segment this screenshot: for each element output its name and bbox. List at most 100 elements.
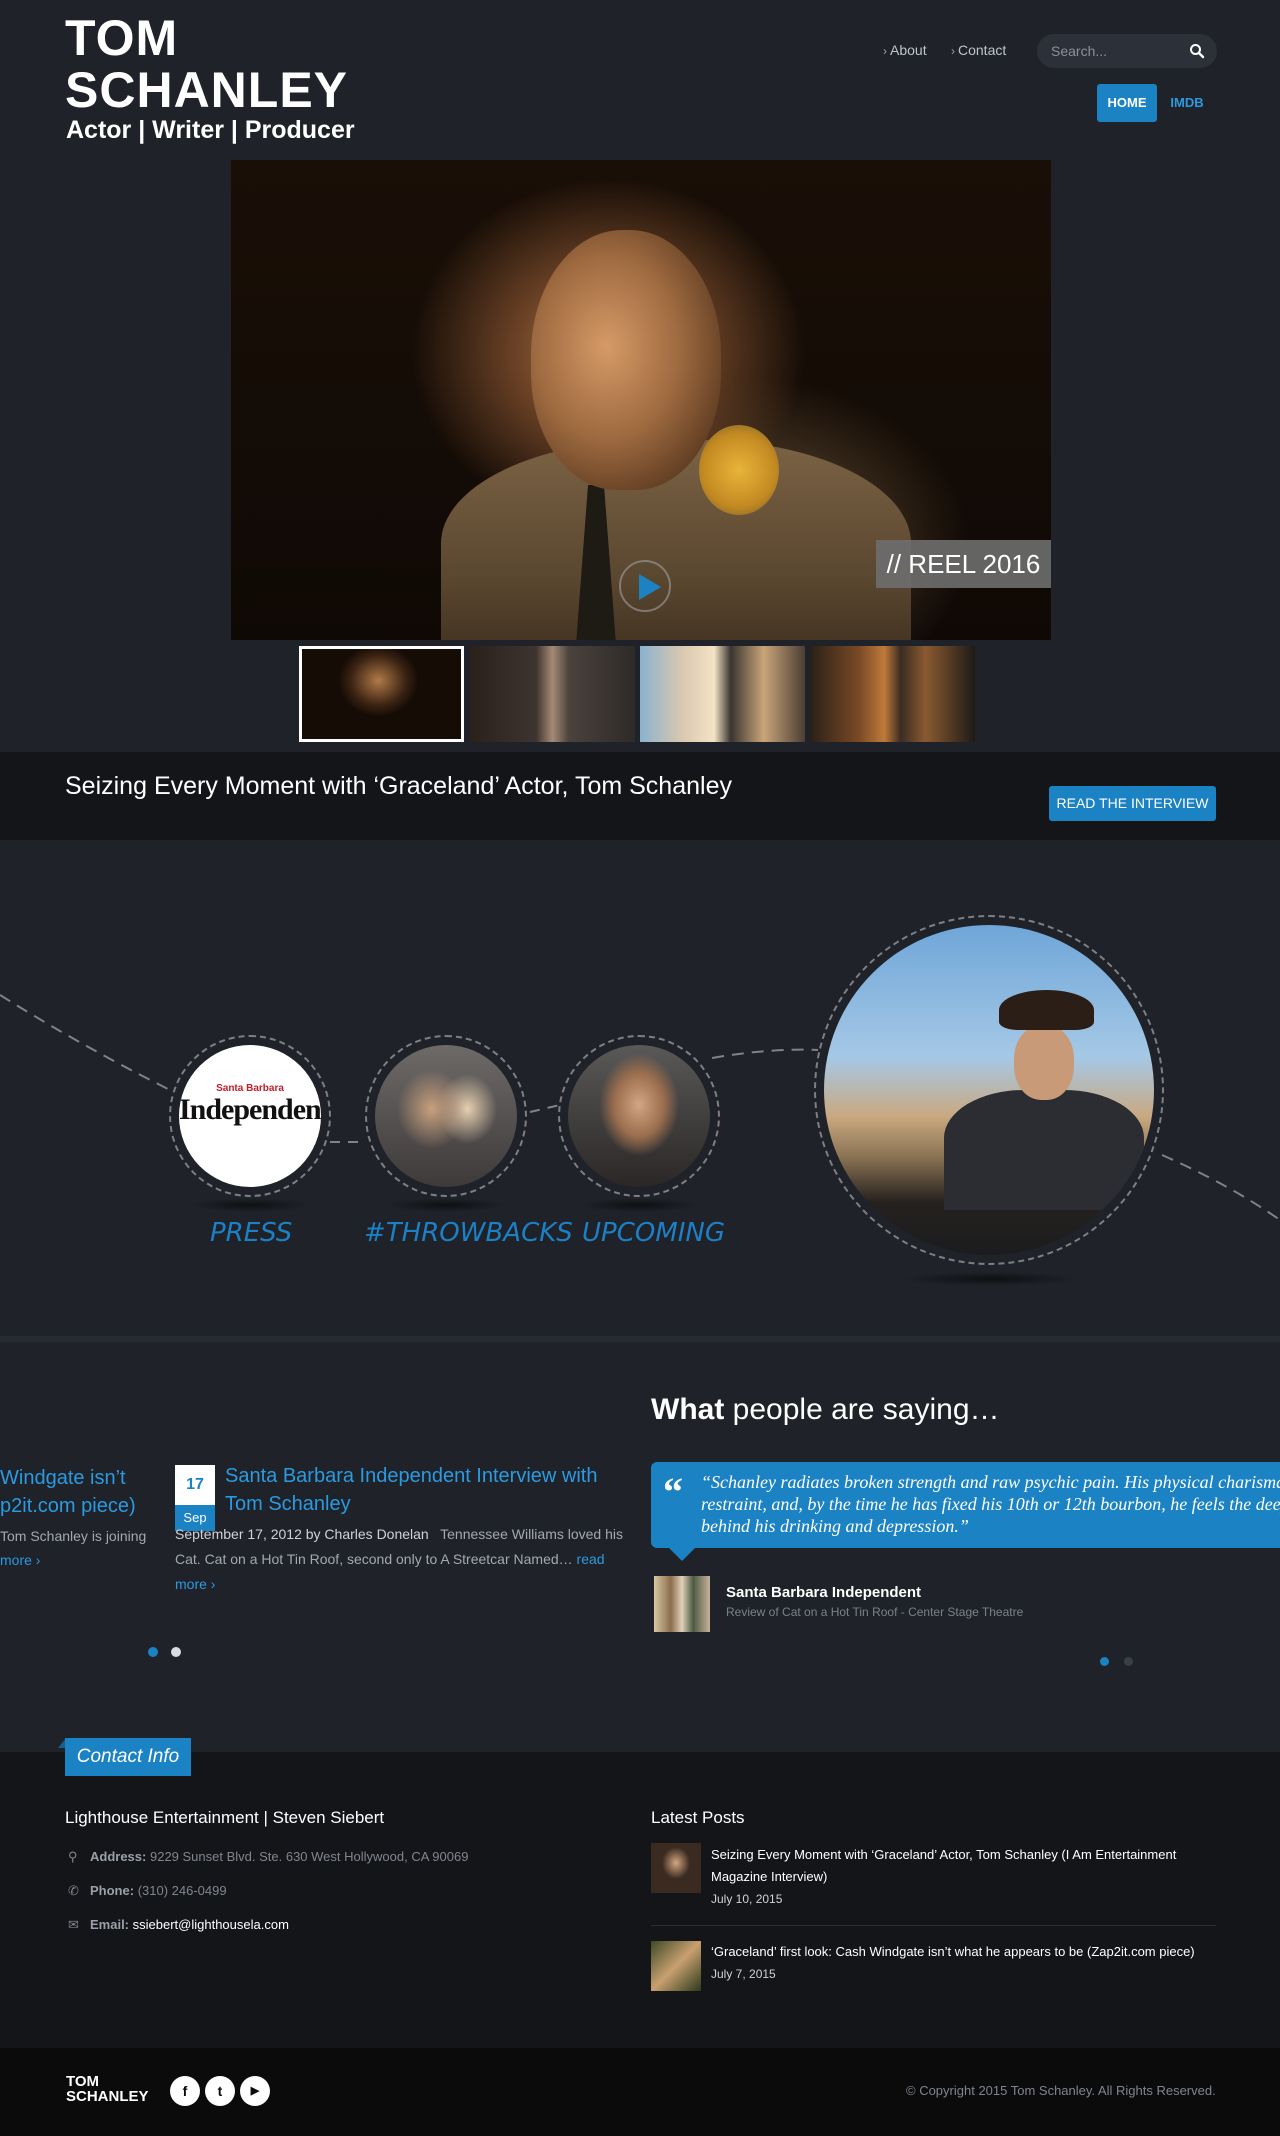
hero-thumbnail-1[interactable] bbox=[299, 646, 464, 742]
prev-post-read-more[interactable]: more › bbox=[0, 1552, 40, 1568]
featured-image-circle[interactable] bbox=[814, 915, 1164, 1265]
copyright-text: © Copyright 2015 Tom Schanley. All Right… bbox=[906, 2083, 1216, 2098]
top-link-label: About bbox=[890, 42, 927, 58]
circle-shadow bbox=[900, 1272, 1080, 1286]
envelope-icon: ✉ bbox=[68, 1917, 79, 1932]
twitter-icon[interactable]: t bbox=[205, 2076, 235, 2106]
map-pin-icon: ⚲ bbox=[68, 1849, 78, 1864]
contact-company-title: Lighthouse Entertainment | Steven Sieber… bbox=[65, 1808, 385, 1827]
interview-title: Seizing Every Moment with ‘Graceland’ Ac… bbox=[65, 772, 732, 800]
hero-video[interactable]: // REEL 2016 bbox=[231, 160, 1051, 640]
latest-post-title-2[interactable]: ‘Graceland’ first look: Cash Windgate is… bbox=[711, 1941, 1216, 1963]
top-link-label: Contact bbox=[958, 42, 1007, 58]
testimonial-quote-text: “Schanley radiates broken strength and r… bbox=[701, 1472, 1280, 1536]
category-label-upcoming[interactable]: UPCOMING bbox=[582, 1218, 725, 1248]
top-link-about[interactable]: › About bbox=[883, 42, 927, 58]
search-icon[interactable] bbox=[1189, 43, 1205, 59]
posts-dot-1[interactable] bbox=[148, 1647, 158, 1657]
youtube-icon[interactable]: ▶ bbox=[240, 2076, 270, 2106]
cowboy-face bbox=[1014, 1025, 1074, 1100]
category-label-press[interactable]: PRESS bbox=[210, 1218, 292, 1248]
site-tagline: Actor | Writer | Producer bbox=[66, 116, 355, 144]
cowboy-hat bbox=[999, 990, 1094, 1030]
latest-post-date-1: July 10, 2015 bbox=[711, 1892, 783, 1906]
phone-label: Phone: bbox=[90, 1883, 135, 1898]
footer-logo-line-2: SCHANLEY bbox=[66, 2088, 149, 2105]
testimonials-dot-2[interactable] bbox=[1124, 1657, 1133, 1666]
chevron-right-icon: › bbox=[951, 44, 955, 58]
testimonials-title: What people are saying… bbox=[651, 1393, 1000, 1427]
quote-tail bbox=[668, 1547, 696, 1561]
reviewer-subtitle: Review of Cat on a Hot Tin Roof - Center… bbox=[726, 1605, 1024, 1619]
prev-post-excerpt-text: Tom Schanley is joining bbox=[0, 1528, 147, 1544]
hero-caption: // REEL 2016 bbox=[876, 540, 1051, 588]
logo-line-1: TOM bbox=[65, 10, 179, 66]
post-meta: September 17, 2012 by Charles Donelan bbox=[175, 1526, 429, 1542]
top-link-contact[interactable]: › Contact bbox=[951, 42, 1006, 58]
category-press[interactable]: Santa Barbara Independent bbox=[169, 1035, 331, 1197]
play-icon[interactable] bbox=[619, 560, 671, 612]
latest-posts-divider bbox=[651, 1925, 1216, 1926]
latest-post-thumbnail-2[interactable] bbox=[651, 1941, 701, 1991]
upcoming-image bbox=[568, 1045, 710, 1187]
search-placeholder: Search... bbox=[1051, 43, 1108, 59]
press-logo-main: Independent bbox=[179, 1093, 321, 1126]
facebook-icon[interactable]: f bbox=[170, 2076, 200, 2106]
site-header: TOM SCHANLEY Actor | Writer | Producer ›… bbox=[0, 0, 1280, 160]
post-date-day: 17 bbox=[175, 1465, 215, 1505]
email-label: Email: bbox=[90, 1917, 130, 1932]
press-logo-image: Santa Barbara Independent bbox=[179, 1045, 321, 1187]
phone-value: (310) 246-0499 bbox=[137, 1883, 227, 1898]
hero-thumbnail-4[interactable] bbox=[810, 646, 975, 742]
footer-logo-line-1: TOM bbox=[66, 2073, 100, 2090]
contact-address: ⚲ Address: 9229 Sunset Blvd. Ste. 630 Wes… bbox=[68, 1849, 468, 1865]
read-interview-button[interactable]: READ THE INTERVIEW bbox=[1049, 786, 1216, 821]
nav-imdb[interactable]: IMDB bbox=[1164, 84, 1210, 122]
latest-post-date-2: July 7, 2015 bbox=[711, 1967, 776, 1981]
hero-image-badge bbox=[699, 425, 779, 515]
post-title[interactable]: Santa Barbara Independent Interview with… bbox=[225, 1462, 635, 1518]
footer-logo[interactable]: TOM SCHANLEY bbox=[66, 2074, 149, 2104]
category-throwbacks[interactable] bbox=[365, 1035, 527, 1197]
throwbacks-image bbox=[375, 1045, 517, 1187]
contact-email: ✉ Email: ssiebert@lighthousela.com bbox=[68, 1917, 289, 1933]
reviewer-name: Santa Barbara Independent bbox=[726, 1584, 922, 1601]
category-label-throwbacks[interactable]: #THROWBACKS bbox=[364, 1218, 573, 1248]
hero-thumbnail-3[interactable] bbox=[640, 646, 805, 742]
prev-post-title-line-2: p2it.com piece) bbox=[0, 1495, 136, 1517]
address-value: 9229 Sunset Blvd. Ste. 630 West Hollywoo… bbox=[149, 1849, 469, 1864]
chevron-right-icon: › bbox=[883, 44, 887, 58]
circle-shadow bbox=[579, 1198, 699, 1212]
testimonials-dot-1[interactable] bbox=[1100, 1657, 1109, 1666]
testimonial-quote: “ “Schanley radiates broken strength and… bbox=[651, 1462, 1280, 1548]
quote-icon: “ bbox=[663, 1469, 683, 1514]
nav-home[interactable]: HOME bbox=[1097, 84, 1157, 122]
hero-image-figure-head bbox=[531, 230, 721, 490]
latest-post-thumbnail-1[interactable] bbox=[651, 1843, 701, 1893]
prev-post-title[interactable]: Windgate isn’t p2it.com piece) bbox=[0, 1464, 136, 1520]
category-upcoming[interactable] bbox=[558, 1035, 720, 1197]
circle-shadow bbox=[190, 1198, 310, 1212]
prev-post-title-line-1: Windgate isn’t bbox=[0, 1467, 126, 1489]
latest-post-title-1[interactable]: Seizing Every Moment with ‘Graceland’ Ac… bbox=[711, 1844, 1216, 1888]
email-link[interactable]: ssiebert@lighthousela.com bbox=[133, 1917, 289, 1932]
contact-info-tab: Contact Info bbox=[65, 1738, 191, 1776]
section-divider bbox=[0, 1336, 1280, 1342]
featured-cowboy-image bbox=[824, 925, 1154, 1255]
logo-line-2: SCHANLEY bbox=[65, 62, 349, 118]
contact-phone: ✆ Phone: (310) 246-0499 bbox=[68, 1883, 227, 1899]
hero-thumbnail-2[interactable] bbox=[470, 646, 635, 742]
testimonials-title-rest: people are saying… bbox=[732, 1393, 1000, 1426]
cowboy-body bbox=[944, 1090, 1144, 1210]
reviewer-avatar bbox=[654, 1576, 710, 1632]
posts-dot-2[interactable] bbox=[171, 1647, 181, 1657]
circle-shadow bbox=[386, 1198, 506, 1212]
prev-post-excerpt: Tom Schanley is joining more › bbox=[0, 1524, 146, 1572]
address-label: Address: bbox=[90, 1849, 147, 1864]
search-input[interactable]: Search... bbox=[1037, 34, 1217, 68]
testimonials-title-bold: What bbox=[651, 1393, 725, 1426]
footer-widgets bbox=[0, 1752, 1280, 2048]
phone-icon: ✆ bbox=[68, 1883, 79, 1898]
site-logo[interactable]: TOM SCHANLEY bbox=[65, 12, 348, 116]
read-more-label: more bbox=[0, 1552, 32, 1568]
